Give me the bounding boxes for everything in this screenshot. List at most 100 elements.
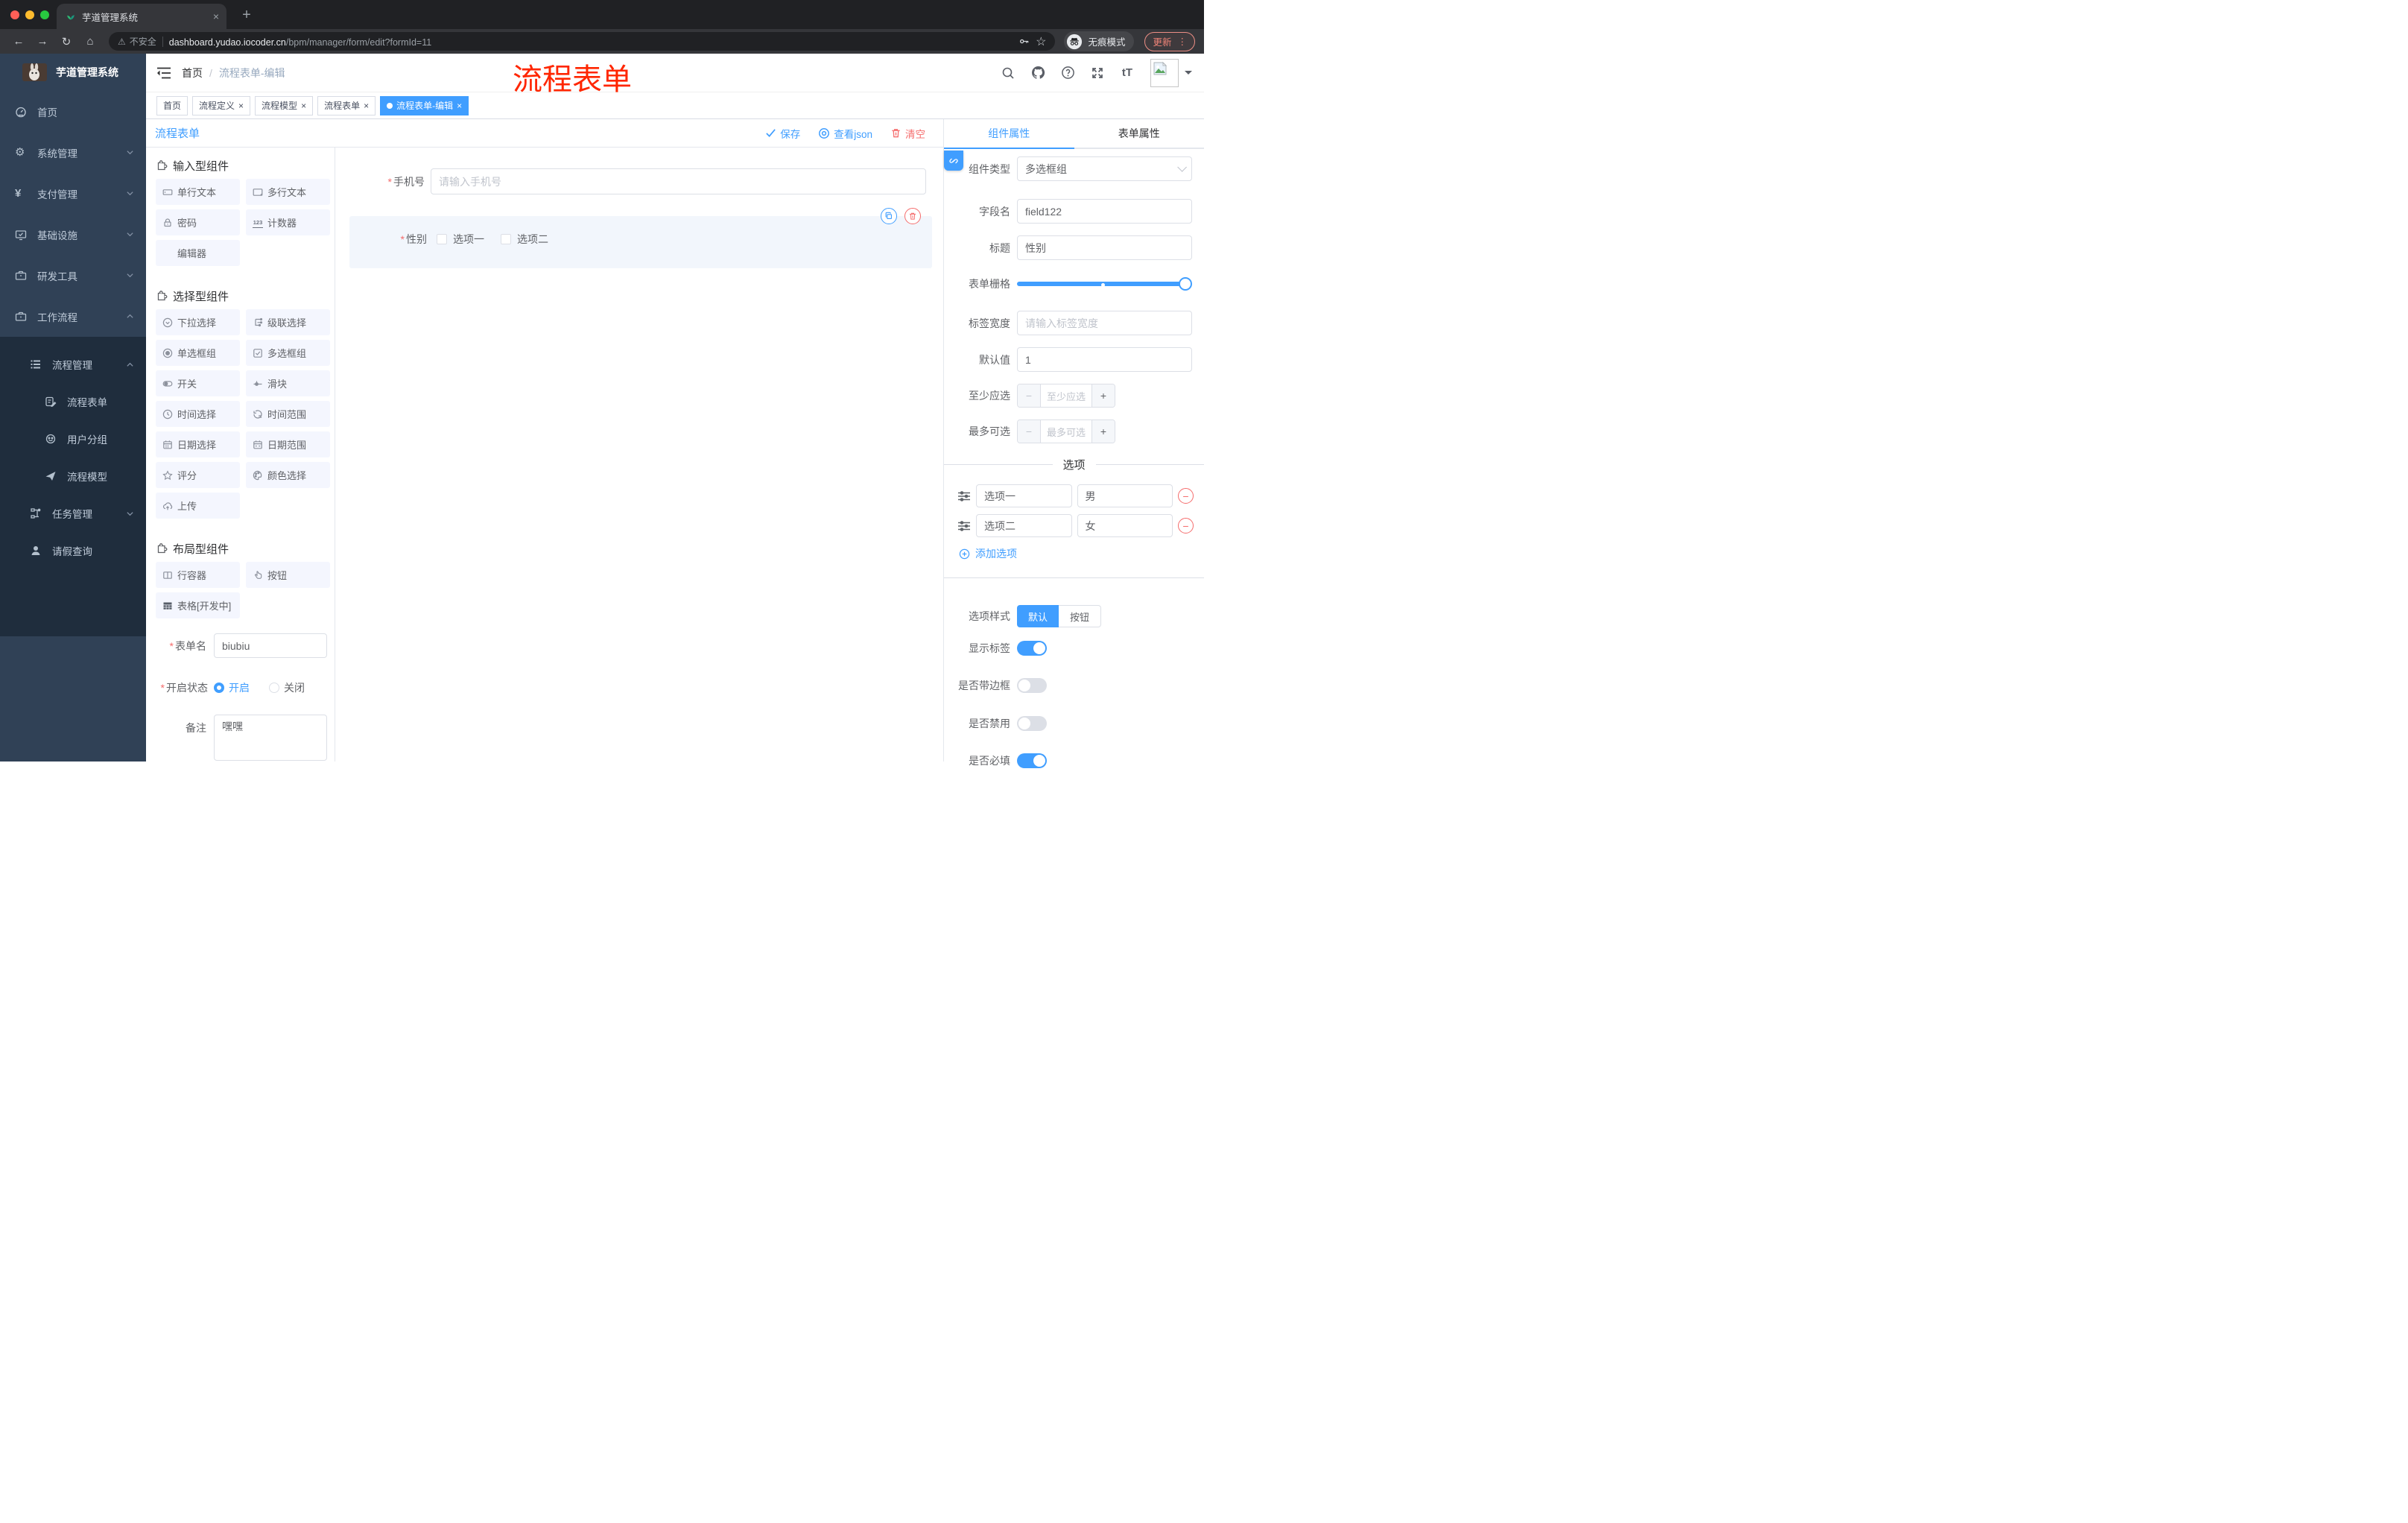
- tab-component-props[interactable]: 组件属性: [944, 119, 1074, 148]
- title-input[interactable]: [1017, 235, 1192, 260]
- search-icon[interactable]: [1000, 65, 1016, 81]
- palette-item-button[interactable]: 按钮: [246, 562, 330, 588]
- delete-component-button[interactable]: [904, 208, 921, 224]
- sidebar-item-home[interactable]: 首页: [0, 91, 146, 132]
- reload-icon[interactable]: ↻: [57, 35, 76, 48]
- minimize-window-button[interactable]: [25, 10, 34, 19]
- palette-item-row-container[interactable]: 行容器: [156, 562, 240, 588]
- window-controls[interactable]: [10, 10, 49, 19]
- style-default-button[interactable]: 默认: [1017, 605, 1059, 627]
- stepper-minus-button[interactable]: −: [1018, 420, 1040, 443]
- required-toggle[interactable]: [1017, 753, 1047, 768]
- option-1-label-input[interactable]: [976, 484, 1072, 507]
- caret-down-icon[interactable]: [1185, 70, 1192, 78]
- palette-item-select[interactable]: 下拉选择: [156, 309, 240, 335]
- gender-checkbox-2[interactable]: [501, 234, 511, 244]
- palette-item-upload[interactable]: 上传: [156, 493, 240, 519]
- remove-option-button[interactable]: −: [1178, 488, 1194, 504]
- palette-item-single-text[interactable]: 单行文本: [156, 179, 240, 205]
- palette-item-checkbox-group[interactable]: 多选框组: [246, 340, 330, 366]
- palette-item-color-picker[interactable]: 颜色选择: [246, 462, 330, 488]
- browser-menu-dots-icon[interactable]: ⋮: [1178, 36, 1188, 47]
- default-value-input[interactable]: [1017, 347, 1192, 372]
- copy-component-button[interactable]: [881, 208, 897, 224]
- stepper-plus-button[interactable]: +: [1092, 420, 1115, 443]
- component-type-select[interactable]: 多选框组: [1017, 156, 1192, 181]
- stepper-plus-button[interactable]: +: [1092, 384, 1115, 407]
- tag-process-model[interactable]: 流程模型 ×: [255, 95, 314, 115]
- sidebar-item-workflow[interactable]: 工作流程: [0, 296, 146, 337]
- breadcrumb-home[interactable]: 首页: [182, 66, 203, 80]
- slider-thumb[interactable]: [1179, 277, 1192, 291]
- sidebar-item-task-mgmt[interactable]: 任务管理: [0, 495, 146, 532]
- browser-tab[interactable]: 芋道管理系统 ×: [57, 4, 226, 29]
- password-key-icon[interactable]: [1018, 36, 1030, 47]
- palette-item-rate[interactable]: 评分: [156, 462, 240, 488]
- tag-process-form[interactable]: 流程表单 ×: [317, 95, 376, 115]
- stepper-minus-button[interactable]: −: [1018, 384, 1040, 407]
- tag-process-form-edit[interactable]: 流程表单-编辑 ×: [380, 95, 469, 115]
- show-label-toggle[interactable]: [1017, 641, 1047, 656]
- form-canvas[interactable]: *手机号 *性别 选项一 选项二: [335, 148, 943, 762]
- palette-item-switch[interactable]: 开关: [156, 370, 240, 396]
- field-name-input[interactable]: [1017, 199, 1192, 224]
- min-select-value[interactable]: 至少应选: [1040, 384, 1092, 407]
- palette-item-slider[interactable]: 滑块: [246, 370, 330, 396]
- status-radio-on[interactable]: 开启: [214, 680, 250, 695]
- phone-input[interactable]: [431, 168, 926, 194]
- sidebar-item-system[interactable]: ⚙ 系统管理: [0, 132, 146, 173]
- sidebar-item-process-model[interactable]: 流程模型: [0, 457, 146, 495]
- sidebar-item-payment[interactable]: ¥ 支付管理: [0, 173, 146, 214]
- tab-close-icon[interactable]: ×: [213, 10, 219, 22]
- fullscreen-icon[interactable]: [1089, 65, 1106, 81]
- bookmark-star-icon[interactable]: ☆: [1036, 34, 1046, 49]
- option-2-value-input[interactable]: [1077, 514, 1173, 537]
- tag-close-icon[interactable]: ×: [301, 101, 306, 111]
- link-anchor-button[interactable]: [944, 151, 963, 171]
- sidebar-item-infrastructure[interactable]: 基础设施: [0, 214, 146, 255]
- canvas-field-gender-selected[interactable]: * 性别 选项一 选项二: [349, 208, 932, 268]
- tag-home[interactable]: 首页: [156, 95, 188, 115]
- forward-icon[interactable]: →: [33, 35, 52, 48]
- sidebar-item-dev-tools[interactable]: 研发工具: [0, 255, 146, 296]
- sidebar-item-leave-query[interactable]: 请假查询: [0, 532, 146, 569]
- drag-handle-icon[interactable]: [957, 520, 971, 532]
- option-2-label-input[interactable]: [976, 514, 1072, 537]
- maximize-window-button[interactable]: [40, 10, 49, 19]
- new-tab-button[interactable]: +: [237, 6, 256, 25]
- palette-item-table[interactable]: 表格[开发中]: [156, 592, 240, 618]
- label-width-input[interactable]: [1017, 311, 1192, 335]
- sidebar-item-user-group[interactable]: 用户分组: [0, 420, 146, 457]
- view-json-button[interactable]: 查看json: [818, 126, 872, 141]
- palette-item-multi-text[interactable]: 多行文本: [246, 179, 330, 205]
- disabled-toggle[interactable]: [1017, 716, 1047, 731]
- help-icon[interactable]: [1059, 65, 1076, 81]
- palette-item-radio-group[interactable]: 单选框组: [156, 340, 240, 366]
- remove-option-button[interactable]: −: [1178, 518, 1194, 533]
- tag-process-definition[interactable]: 流程定义 ×: [192, 95, 251, 115]
- clear-button[interactable]: 清空: [890, 126, 925, 141]
- save-button[interactable]: 保存: [765, 126, 800, 141]
- address-bar[interactable]: ⚠ 不安全 dashboard.yudao.iocoder.cn/bpm/mana…: [109, 32, 1056, 51]
- canvas-field-phone[interactable]: * 手机号: [335, 168, 943, 194]
- font-size-icon[interactable]: tT: [1119, 65, 1135, 81]
- tag-close-icon[interactable]: ×: [457, 101, 462, 111]
- form-name-input[interactable]: [214, 633, 327, 658]
- sidebar-item-process-form[interactable]: 流程表单: [0, 383, 146, 420]
- max-select-value[interactable]: 最多可选: [1040, 420, 1092, 443]
- avatar[interactable]: [1150, 58, 1179, 87]
- with-border-toggle[interactable]: [1017, 678, 1047, 693]
- close-window-button[interactable]: [10, 10, 19, 19]
- palette-item-date-range[interactable]: 日期范围: [246, 431, 330, 457]
- gender-checkbox-1[interactable]: [437, 234, 447, 244]
- drag-handle-icon[interactable]: [957, 490, 971, 502]
- palette-item-time-range[interactable]: 时间范围: [246, 401, 330, 427]
- status-radio-off[interactable]: 关闭: [269, 680, 305, 695]
- form-grid-slider[interactable]: [1017, 277, 1192, 291]
- sidebar-item-process-mgmt[interactable]: 流程管理: [0, 346, 146, 383]
- palette-item-cascader[interactable]: 级联选择: [246, 309, 330, 335]
- style-button-button[interactable]: 按钮: [1059, 605, 1102, 627]
- palette-item-time-picker[interactable]: 时间选择: [156, 401, 240, 427]
- tag-close-icon[interactable]: ×: [364, 101, 369, 111]
- tab-form-props[interactable]: 表单属性: [1074, 119, 1205, 148]
